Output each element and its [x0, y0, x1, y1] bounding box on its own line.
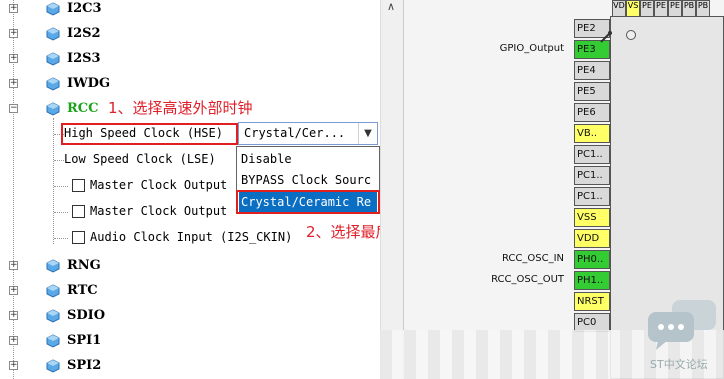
expand-icon[interactable]: + [9, 79, 18, 88]
top-pin[interactable]: PE [668, 0, 682, 17]
annotation-step1: 1、选择高速外部时钟 [108, 99, 253, 117]
peripheral-cube-icon [46, 259, 60, 273]
expand-icon[interactable]: + [9, 311, 18, 320]
expand-icon[interactable]: + [9, 336, 18, 345]
tree-branch [54, 186, 68, 187]
pin-nrst[interactable]: NRST [574, 292, 610, 311]
pin-pe5[interactable]: PE5 [574, 82, 610, 101]
watermark: ST中文论坛 [640, 296, 724, 379]
peripheral-cube-icon [46, 359, 60, 373]
peripheral-cube-icon [46, 27, 60, 41]
option-disable[interactable]: Disable [239, 149, 377, 169]
chevron-down-icon[interactable]: ▼ [358, 123, 377, 144]
mco1-label: Master Clock Output [90, 178, 228, 192]
peripheral-cube-icon [46, 77, 60, 91]
chat-bubble-icon [648, 300, 716, 350]
peripheral-cube-icon [46, 334, 60, 348]
pin-pc15[interactable]: PC1.. [574, 187, 610, 206]
option-bypass-clock-source[interactable]: BYPASS Clock Sourc [239, 170, 377, 190]
pin-pe6[interactable]: PE6 [574, 103, 610, 122]
expand-icon[interactable]: + [9, 4, 18, 13]
hse-mode-select[interactable]: Crystal/Cer... ▼ [238, 122, 378, 145]
peripheral-cube-icon [46, 2, 60, 16]
tree-branch [54, 238, 68, 239]
pin-label-rcc-osc-out: RCC_OSC_OUT [491, 274, 564, 285]
i2s-ckin-label: Audio Clock Input (I2S_CKIN) [90, 230, 293, 244]
peripheral-cube-icon [46, 102, 60, 116]
pin-label-rcc-osc-in: RCC_OSC_IN [501, 253, 564, 264]
configuration-tree-panel: + I2C3 + I2S2 + I2S3 + IWDG − RCC 1、选择高速… [0, 0, 466, 379]
pin-vdd[interactable]: VDD [574, 229, 610, 248]
top-pin[interactable]: PE [640, 0, 654, 17]
peripheral-label: I2S2 [67, 26, 101, 41]
pin-pushpin-icon [600, 31, 612, 43]
expand-icon[interactable]: + [9, 29, 18, 38]
pin1-marker-icon [626, 30, 636, 40]
peripheral-cube-icon [46, 284, 60, 298]
expand-icon[interactable]: + [9, 361, 18, 370]
peripheral-cube-icon [46, 52, 60, 66]
pin-vbat[interactable]: VB.. [574, 124, 610, 143]
peripheral-label: RTC [67, 283, 98, 298]
lse-label: Low Speed Clock (LSE) [64, 152, 216, 166]
mco2-checkbox[interactable] [72, 205, 85, 218]
expand-icon[interactable]: + [9, 54, 18, 63]
top-pin[interactable]: VD [612, 0, 626, 17]
peripheral-label: I2C3 [67, 1, 102, 16]
pin-vss[interactable]: VSS [574, 208, 610, 227]
top-pin[interactable]: VS [626, 0, 640, 17]
peripheral-label: SPI1 [67, 333, 102, 348]
peripheral-label: RNG [67, 258, 101, 273]
highlight-box-hse [61, 123, 238, 145]
peripheral-label: SDIO [67, 308, 106, 323]
tree-branch [54, 160, 64, 161]
tree-scrollbar[interactable]: ∧ [380, 0, 404, 379]
pin-ph1[interactable]: PH1.. [574, 271, 610, 290]
mco2-label: Master Clock Output [90, 204, 228, 218]
peripheral-label: IWDG [67, 76, 111, 91]
expand-icon[interactable]: + [9, 261, 18, 270]
highlight-box-crystal [236, 190, 380, 214]
mco1-checkbox[interactable] [72, 179, 85, 192]
peripheral-label: I2S3 [67, 51, 101, 66]
top-pin[interactable]: PB [682, 0, 696, 17]
pin-pc13[interactable]: PC1.. [574, 145, 610, 164]
top-pin[interactable]: PE [654, 0, 668, 17]
watermark-text: ST中文论坛 [650, 358, 708, 371]
peripheral-label: SPI2 [67, 358, 102, 373]
scroll-up-icon[interactable]: ∧ [387, 0, 395, 13]
pin-label-gpio-output: GPIO_Output [499, 43, 564, 54]
expand-icon[interactable]: + [9, 286, 18, 295]
tree-branch [54, 212, 68, 213]
pin-pc14[interactable]: PC1.. [574, 166, 610, 185]
tree-guide-line [53, 118, 54, 244]
collapse-icon[interactable]: − [9, 104, 18, 113]
top-pin[interactable]: PB [696, 0, 710, 17]
pin-ph0[interactable]: PH0.. [574, 250, 610, 269]
peripheral-label-rcc: RCC [67, 101, 99, 116]
peripheral-cube-icon [46, 309, 60, 323]
i2s-ckin-checkbox[interactable] [72, 231, 85, 244]
pin-pe4[interactable]: PE4 [574, 61, 610, 80]
hse-mode-value: Crystal/Cer... [244, 126, 346, 140]
